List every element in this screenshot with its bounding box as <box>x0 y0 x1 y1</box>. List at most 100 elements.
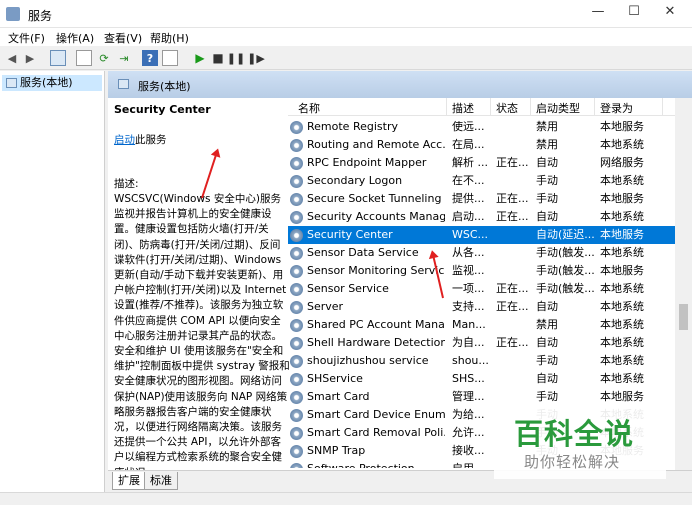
show-hide-console-tree-icon[interactable] <box>50 50 66 66</box>
service-description-cell: 管理... <box>452 390 485 403</box>
service-logon-cell: 本地系统 <box>600 300 644 313</box>
service-logon-cell: 本地系统 <box>600 282 644 295</box>
table-row[interactable]: Server 支持... 正在... 自动 本地系统 <box>288 298 676 316</box>
table-row[interactable]: Secure Socket Tunneling ... 提供... 正在... 手动 本… <box>288 190 676 208</box>
refresh-icon[interactable]: ⟳ <box>96 50 112 66</box>
column-status[interactable]: 状态 <box>496 100 518 116</box>
service-logon-cell: 本地服务 <box>600 192 644 205</box>
tree-item-services-local[interactable]: 服务(本地) <box>2 75 102 91</box>
stop-service-icon[interactable]: ■ <box>210 50 226 66</box>
table-row[interactable]: Sensor Data Service 从各... 手动(触发... 本地系统 <box>288 244 676 262</box>
table-row[interactable]: Sensor Monitoring Service 监视... 手动(触发... 本地… <box>288 262 676 280</box>
service-description-cell: 支持... <box>452 300 485 313</box>
column-startup-type[interactable]: 启动类型 <box>536 100 580 116</box>
service-startup-type-cell: 手动 <box>536 192 558 205</box>
service-startup-type-cell: 手动(触发... <box>536 264 594 277</box>
action-pane-icon[interactable] <box>162 50 178 66</box>
menu-action[interactable]: 操作(A) <box>56 30 94 46</box>
sort-ascending-icon: ^ <box>352 98 360 105</box>
service-status-cell: 正在... <box>496 192 529 205</box>
help-icon[interactable]: ? <box>142 50 158 66</box>
toolbar: ◀ ▶ ⟳ ⇥ ? ▶ ■ ❚❚ ❚▶ <box>0 46 692 70</box>
table-row[interactable]: Remote Registry 使远... 禁用 本地服务 <box>288 118 676 136</box>
service-status-cell: 正在... <box>496 210 529 223</box>
service-name-cell: Secure Socket Tunneling ... <box>307 192 445 205</box>
service-startup-type-cell: 禁用 <box>536 318 558 331</box>
service-name-cell: SNMP Trap <box>307 444 366 457</box>
panel-header-title: 服务(本地) <box>138 80 191 93</box>
service-name-cell: Server <box>307 300 344 313</box>
service-startup-type-cell: 自动 <box>536 300 558 313</box>
table-row[interactable]: Routing and Remote Acc... 在局... 禁用 本地系统 <box>288 136 676 154</box>
service-logon-cell: 本地系统 <box>600 354 644 367</box>
properties-icon[interactable] <box>76 50 92 66</box>
tab-standard[interactable]: 标准 <box>144 472 178 490</box>
service-name-cell: Sensor Data Service <box>307 246 419 259</box>
table-row[interactable]: Security Center WSC... 自动(延迟... 本地服务 <box>288 226 676 244</box>
column-log-on-as[interactable]: 登录为 <box>600 100 633 116</box>
vertical-scrollbar[interactable] <box>675 98 692 472</box>
pause-service-icon[interactable]: ❚❚ <box>227 50 245 66</box>
status-bar <box>0 492 692 505</box>
table-row[interactable]: Secondary Logon 在不... 手动 本地系统 <box>288 172 676 190</box>
service-gear-icon <box>290 337 303 350</box>
service-name-cell: SHService <box>307 372 363 385</box>
watermark-title: 百科全说 <box>514 417 635 451</box>
service-name-cell: RPC Endpoint Mapper <box>307 156 427 169</box>
tab-extended[interactable]: 扩展 <box>112 472 146 490</box>
service-logon-cell: 本地系统 <box>600 318 644 331</box>
service-name-cell: Software Protection <box>307 460 445 468</box>
services-icon <box>6 78 17 88</box>
restart-service-icon[interactable]: ❚▶ <box>247 50 265 66</box>
service-gear-icon <box>290 445 303 458</box>
minimize-button[interactable]: — <box>584 4 612 24</box>
table-row[interactable]: shoujizhushou service shou... 手动 本地系统 <box>288 352 676 370</box>
table-row[interactable]: Sensor Service 一项... 正在... 手动(触发... 本地系统 <box>288 280 676 298</box>
close-button[interactable]: ✕ <box>656 4 684 24</box>
services-app-icon <box>6 7 20 21</box>
table-row[interactable]: RPC Endpoint Mapper 解析 ... 正在... 自动 网络服务 <box>288 154 676 172</box>
service-name-cell: shoujizhushou service <box>307 354 429 367</box>
service-gear-icon <box>290 139 303 152</box>
service-description-cell: 提供... <box>452 192 485 205</box>
service-description-cell: 接收... <box>452 444 485 457</box>
service-name-cell: Sensor Service <box>307 282 389 295</box>
service-startup-type-cell: 自动 <box>536 372 558 385</box>
service-logon-cell: 本地系统 <box>600 210 644 223</box>
service-name-cell: Routing and Remote Acc... <box>307 138 445 151</box>
table-row[interactable]: Shared PC Account Mana... Man... 禁用 本地系统 <box>288 316 676 334</box>
table-row[interactable]: SHService SHS... 自动 本地系统 <box>288 370 676 388</box>
menu-file[interactable]: 文件(F) <box>8 30 45 46</box>
service-gear-icon <box>290 391 303 404</box>
service-description-cell: 为给... <box>452 408 485 421</box>
column-description[interactable]: 描述 <box>452 100 474 116</box>
back-icon[interactable]: ◀ <box>4 50 20 66</box>
service-name-cell: Remote Registry <box>307 120 398 133</box>
service-gear-icon <box>290 175 303 188</box>
watermark-subtitle: 助你轻松解决 <box>524 453 621 471</box>
maximize-button[interactable]: ☐ <box>620 4 648 24</box>
service-startup-type-cell: 手动 <box>536 354 558 367</box>
service-gear-icon <box>290 427 303 440</box>
start-service-icon[interactable]: ▶ <box>192 50 208 66</box>
watermark: 百科全说 助你轻松解决 <box>494 403 666 479</box>
start-service-link[interactable]: 启动 <box>114 134 135 146</box>
table-row[interactable]: Security Accounts Manag... 启动... 正在... 自动 本地… <box>288 208 676 226</box>
menu-help[interactable]: 帮助(H) <box>150 30 189 46</box>
column-name[interactable]: 名称 <box>298 100 320 116</box>
table-row[interactable]: Shell Hardware Detection 为自... 正在... 自动 本地系统 <box>288 334 676 352</box>
menu-view[interactable]: 查看(V) <box>104 30 142 46</box>
service-description-cell: shou... <box>452 354 489 367</box>
services-icon <box>118 79 129 89</box>
service-gear-icon <box>290 211 303 224</box>
service-gear-icon <box>290 283 303 296</box>
start-service-line: 启动此服务 <box>114 133 167 148</box>
service-name-cell: Security Center <box>307 228 393 241</box>
export-list-icon[interactable]: ⇥ <box>116 50 132 66</box>
service-logon-cell: 本地系统 <box>600 138 644 151</box>
service-logon-cell: 本地系统 <box>600 174 644 187</box>
forward-icon[interactable]: ▶ <box>22 50 38 66</box>
scrollbar-thumb[interactable] <box>679 304 688 330</box>
service-gear-icon <box>290 265 303 278</box>
service-name-cell: Sensor Monitoring Service <box>307 264 445 277</box>
